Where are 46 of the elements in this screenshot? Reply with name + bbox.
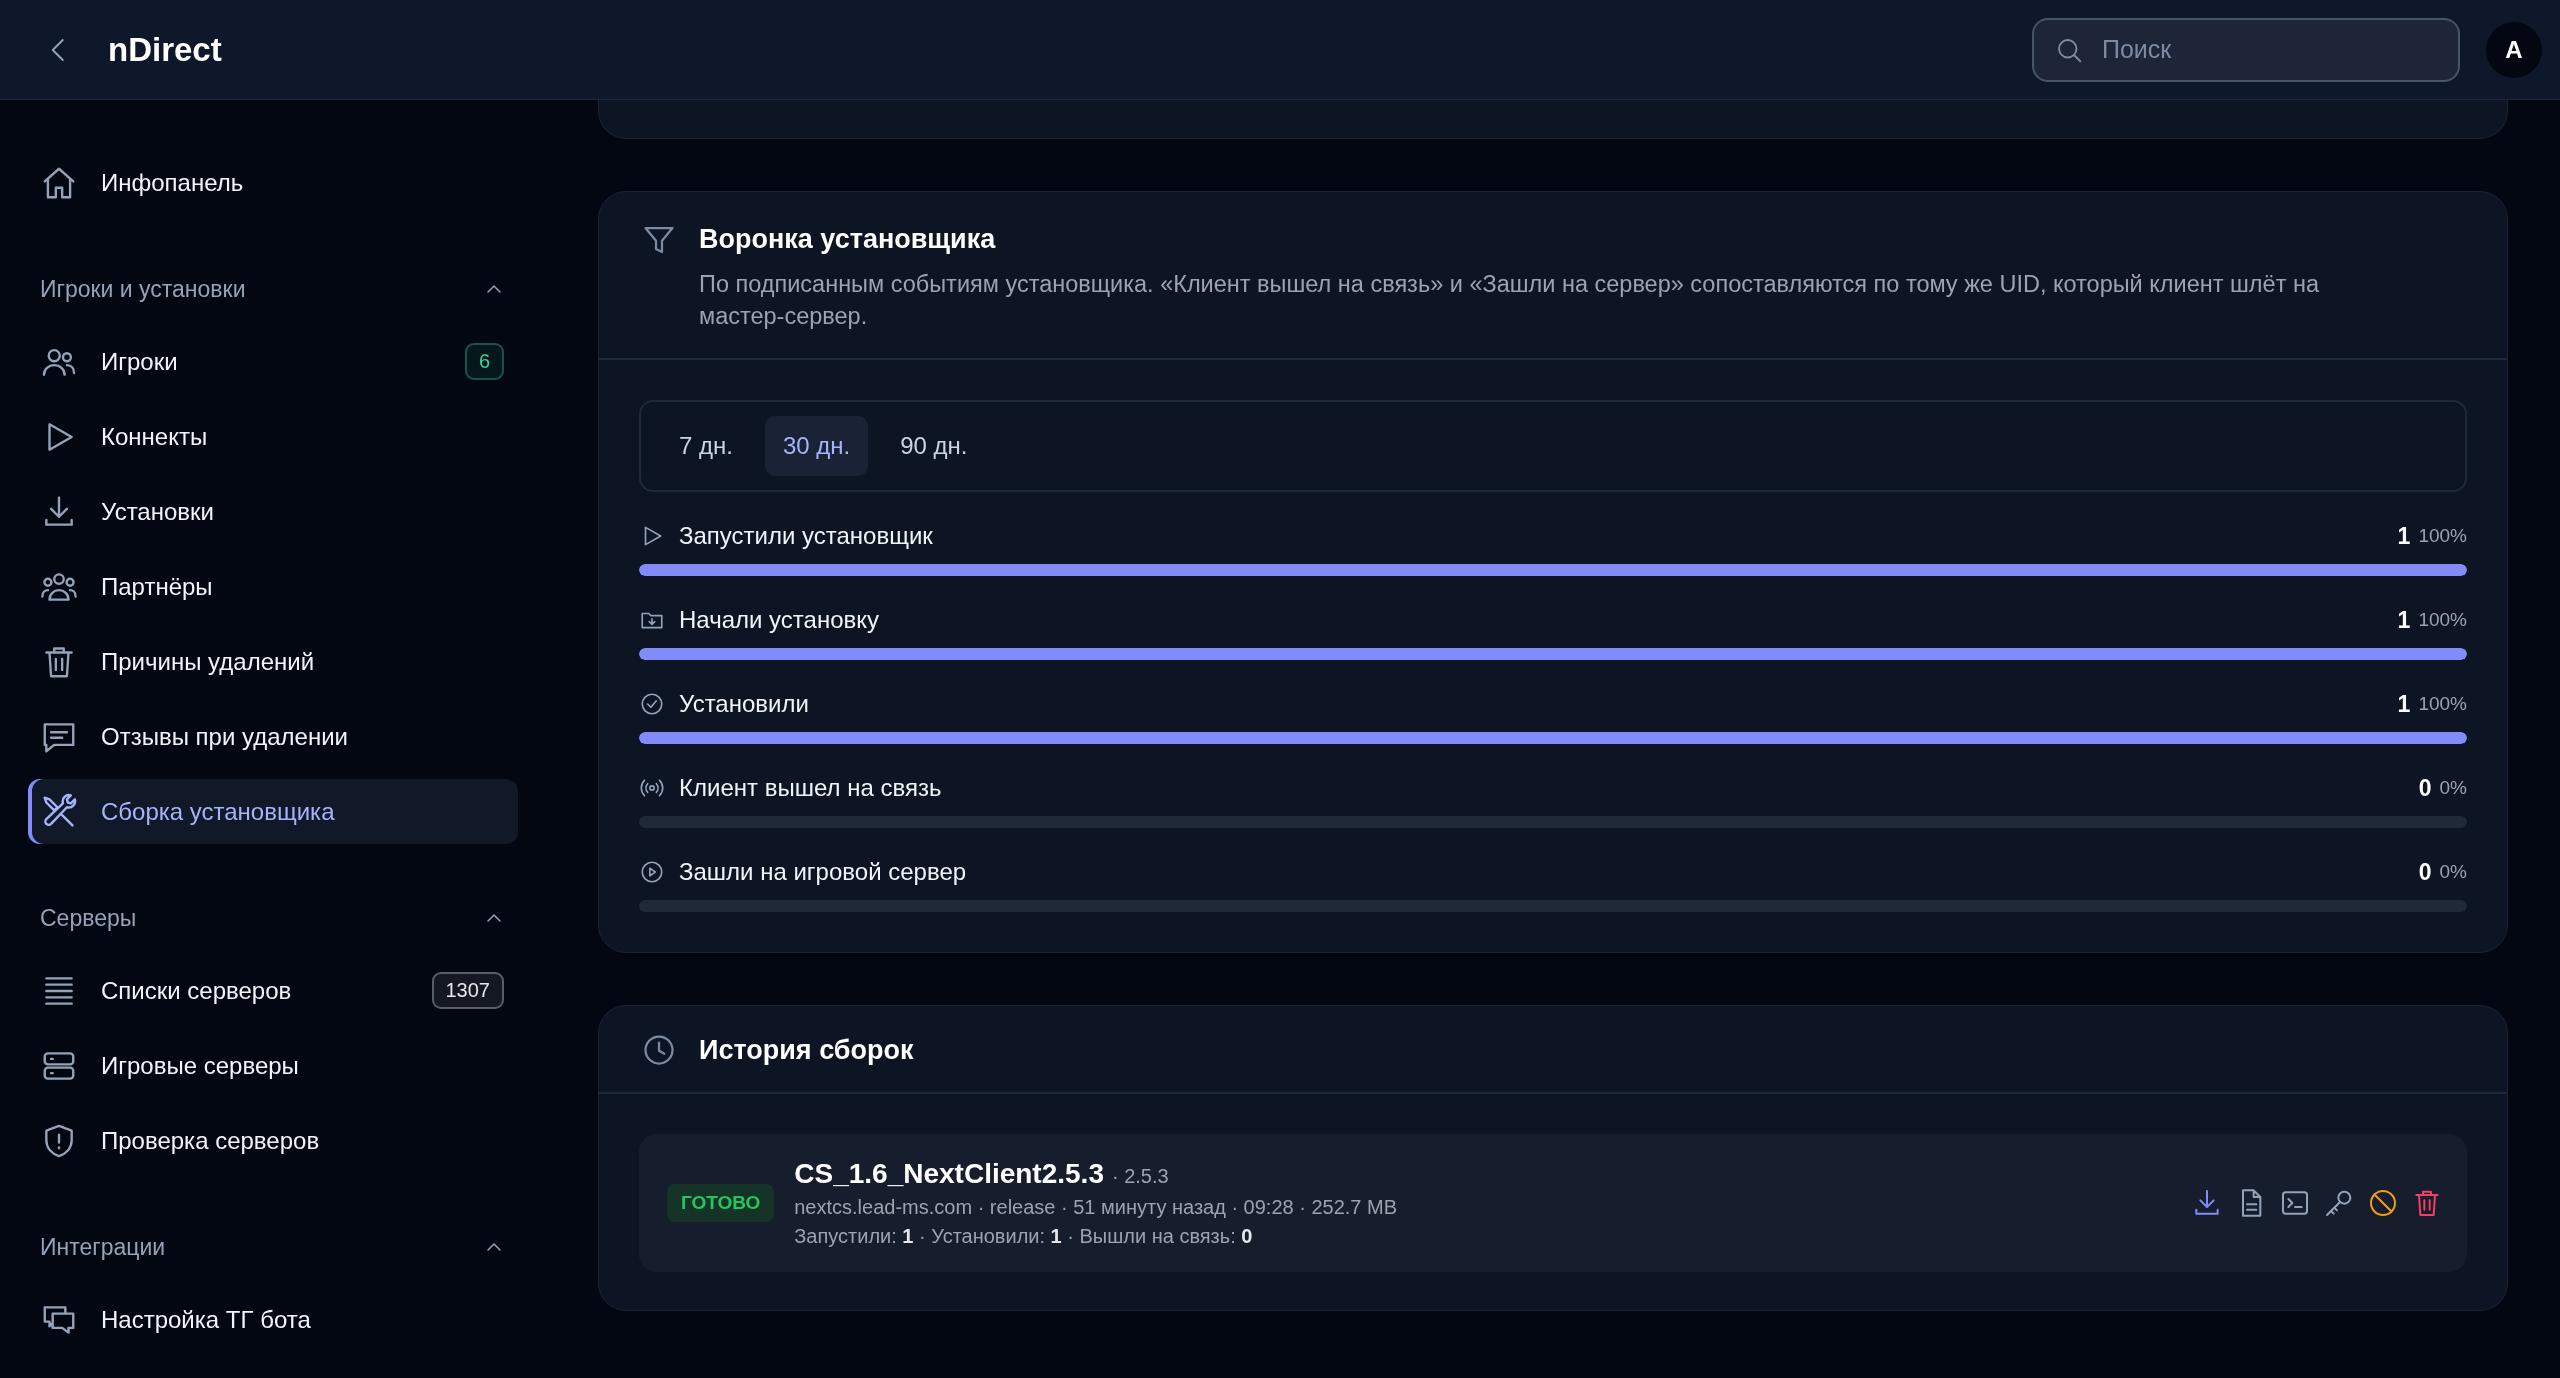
app-title: nDirect bbox=[108, 30, 222, 69]
avatar[interactable]: A bbox=[2486, 21, 2542, 78]
period-tab[interactable]: 7 дн. bbox=[661, 416, 751, 477]
step-label: Начали установку bbox=[679, 606, 880, 635]
status-badge: ГОТОВО bbox=[667, 1184, 775, 1223]
step-percent: 0% bbox=[2439, 777, 2467, 800]
sidebar-item[interactable]: Инфопанель bbox=[28, 150, 518, 215]
section-header[interactable]: Игроки и установки bbox=[28, 269, 518, 309]
sidebar-item[interactable]: Игроки 6 bbox=[28, 329, 518, 394]
build-meta: nextcs.lead-ms.com · release · 51 минуту назад · 09:28 · 252.7 MB bbox=[794, 1196, 1399, 1220]
sidebar-item[interactable]: Списки серверов 1307 bbox=[28, 958, 518, 1023]
period-tab[interactable]: 90 дн. bbox=[882, 416, 986, 477]
step-label: Клиент вышел на связь bbox=[679, 774, 943, 803]
sidebar-item[interactable]: Причины удалений bbox=[28, 629, 518, 694]
step-label: Зашли на игровой сервер bbox=[679, 858, 968, 887]
step-count: 1 bbox=[2397, 690, 2411, 718]
step-count: 1 bbox=[2397, 606, 2411, 634]
sidebar-item[interactable]: Установки bbox=[28, 479, 518, 544]
sidebar-item[interactable]: Сборка установщика bbox=[28, 779, 518, 844]
step-percent: 100% bbox=[2418, 609, 2467, 632]
count-badge: 1307 bbox=[431, 972, 504, 1009]
sidebar-item[interactable]: Игровые серверы bbox=[28, 1033, 518, 1098]
step-label: Установили bbox=[679, 690, 810, 719]
card-description: По подписанным событиям установщика. «Клиент вышел на связь» и «Зашли на сервер» сопоставляются по тому же UID, который клиент шлёт на мастер-сервер. bbox=[699, 270, 2320, 331]
section-header[interactable]: Серверы bbox=[28, 898, 518, 938]
period-tab[interactable]: 30 дн. bbox=[764, 416, 869, 477]
step-percent: 100% bbox=[2418, 693, 2467, 716]
step-percent: 0% bbox=[2439, 861, 2467, 884]
search-field[interactable]: Поиск bbox=[2032, 17, 2460, 82]
count-badge: 6 bbox=[464, 343, 504, 380]
step-count: 0 bbox=[2418, 858, 2432, 886]
step-count: 0 bbox=[2418, 774, 2432, 802]
build-version: · 2.5.3 bbox=[1111, 1165, 1169, 1189]
build-name: CS_1.6_NextClient2.5.3 bbox=[794, 1158, 1104, 1191]
card-title: История сборок bbox=[699, 1034, 914, 1066]
sidebar-item[interactable]: Партнёры bbox=[28, 554, 518, 619]
step-percent: 100% bbox=[2418, 525, 2467, 548]
sidebar-item[interactable]: Коннекты bbox=[28, 404, 518, 469]
sidebar-item[interactable]: Отзывы при удалении bbox=[28, 704, 518, 769]
build-stats: Запустили: 1 · Установили: 1 · Вышли на связь: 0 bbox=[794, 1225, 1254, 1249]
sidebar-item[interactable]: Проверка серверов bbox=[28, 1108, 518, 1173]
section-header[interactable]: Интеграции bbox=[28, 1227, 518, 1267]
sidebar-item[interactable]: Настройка ТГ бота bbox=[28, 1287, 518, 1352]
step-label: Запустили установщик bbox=[679, 522, 934, 551]
step-count: 1 bbox=[2397, 522, 2411, 550]
card-title: Воронка установщика bbox=[699, 224, 997, 255]
